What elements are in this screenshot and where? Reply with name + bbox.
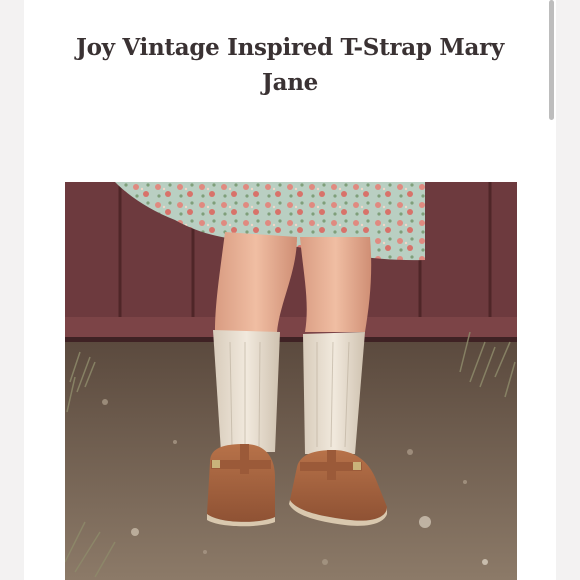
product-photo-illustration (65, 182, 517, 580)
left-sock (213, 330, 280, 452)
left-shoe (207, 444, 275, 527)
right-sock (303, 332, 365, 454)
dirt-ground (65, 342, 517, 580)
right-leg (300, 237, 372, 332)
listing-title-line-2: Jane (262, 69, 318, 96)
listing-title-line-1: Joy Vintage Inspired T-Strap Mary (76, 34, 504, 61)
product-photo[interactable] (65, 182, 517, 580)
listing-title: Joy Vintage Inspired T-Strap Mary Jane (0, 30, 580, 100)
